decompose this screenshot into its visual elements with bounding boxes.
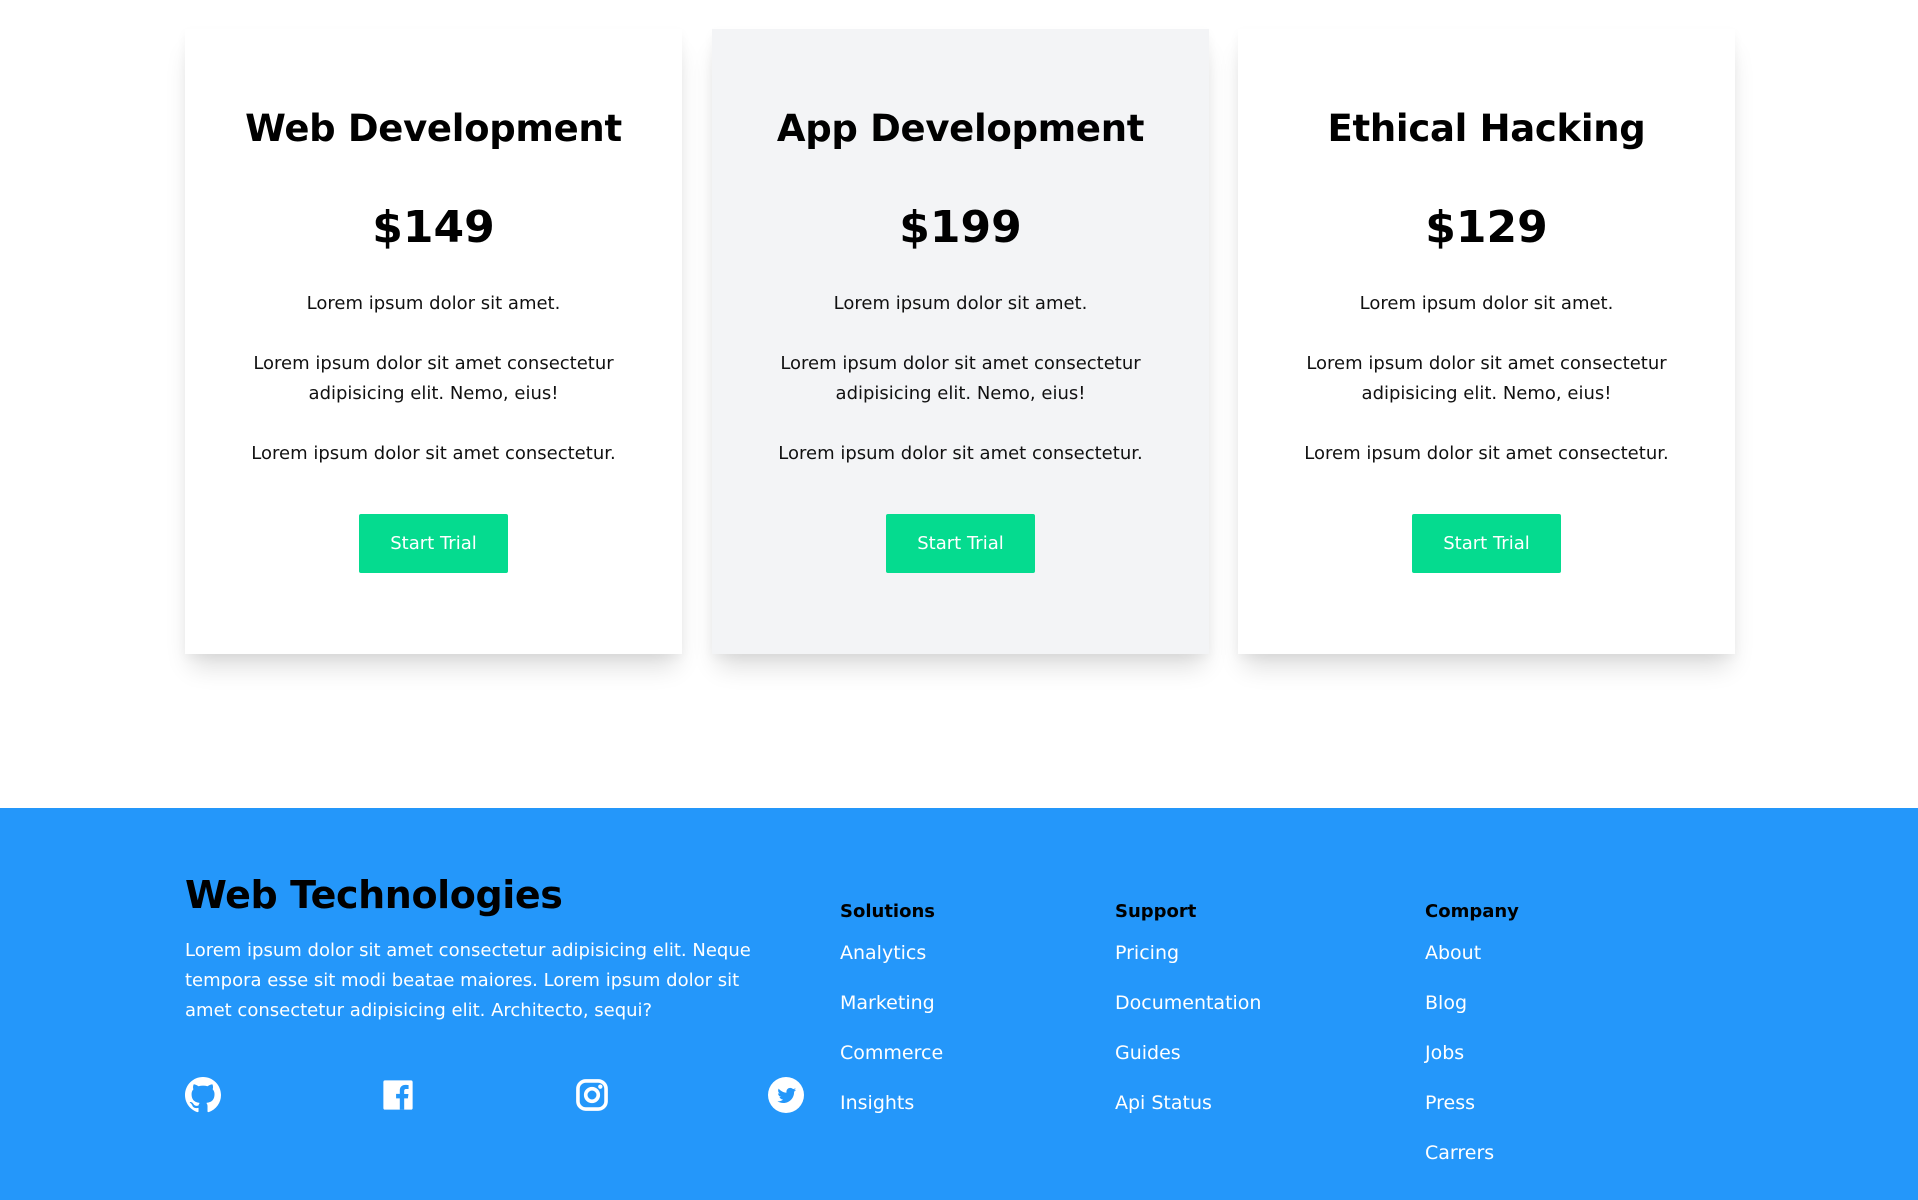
feature-item: Lorem ipsum dolor sit amet consectetur. (251, 443, 616, 464)
footer-link-press[interactable]: Press (1425, 1092, 1475, 1114)
footer-column-title: Solutions (840, 901, 935, 922)
pricing-card-web-development: Web Development $149 Lorem ipsum dolor s… (185, 29, 682, 654)
card-title: App Development (776, 107, 1145, 150)
footer-link-guides[interactable]: Guides (1115, 1042, 1181, 1064)
footer-column-company: Company About Blog Jobs Press Carrers (1425, 900, 1519, 1164)
start-trial-button[interactable]: Start Trial (1412, 514, 1561, 573)
feature-item: Lorem ipsum dolor sit amet consectetur a… (253, 353, 614, 404)
start-trial-button[interactable]: Start Trial (359, 514, 508, 573)
feature-item: Lorem ipsum dolor sit amet. (1359, 293, 1614, 314)
facebook-icon[interactable] (380, 1077, 416, 1113)
feature-item: Lorem ipsum dolor sit amet consectetur a… (1306, 353, 1667, 404)
pricing-section: Web Development $149 Lorem ipsum dolor s… (0, 0, 1918, 808)
footer-link-api-status[interactable]: Api Status (1115, 1092, 1212, 1114)
footer-link-about[interactable]: About (1425, 942, 1481, 964)
feature-item: Lorem ipsum dolor sit amet consectetur. (778, 443, 1143, 464)
footer-column-support: Support Pricing Documentation Guides Api… (1115, 900, 1261, 1114)
footer-link-pricing[interactable]: Pricing (1115, 942, 1179, 964)
card-price: $199 (899, 202, 1022, 253)
footer-description: Lorem ipsum dolor sit amet consectetur a… (185, 940, 751, 1021)
card-title: Ethical Hacking (1327, 107, 1646, 150)
card-price: $149 (372, 202, 495, 253)
footer-link-analytics[interactable]: Analytics (840, 942, 926, 964)
github-icon[interactable] (185, 1077, 221, 1113)
footer-link-marketing[interactable]: Marketing (840, 992, 935, 1014)
footer-column-title: Company (1425, 901, 1519, 922)
footer-link-insights[interactable]: Insights (840, 1092, 914, 1114)
pricing-card-app-development: App Development $199 Lorem ipsum dolor s… (712, 29, 1209, 654)
instagram-icon[interactable] (574, 1077, 610, 1113)
footer-link-documentation[interactable]: Documentation (1115, 992, 1261, 1014)
footer-column-title: Support (1115, 901, 1197, 922)
card-price: $129 (1425, 202, 1548, 253)
feature-item: Lorem ipsum dolor sit amet. (833, 293, 1088, 314)
pricing-card-ethical-hacking: Ethical Hacking $129 Lorem ipsum dolor s… (1238, 29, 1735, 654)
start-trial-button[interactable]: Start Trial (886, 514, 1035, 573)
twitter-icon[interactable] (768, 1077, 804, 1113)
footer-link-carrers[interactable]: Carrers (1425, 1142, 1494, 1164)
site-footer: Web Technologies Lorem ipsum dolor sit a… (0, 808, 1918, 1200)
footer-link-commerce[interactable]: Commerce (840, 1042, 943, 1064)
footer-link-jobs[interactable]: Jobs (1425, 1042, 1464, 1064)
card-title: Web Development (245, 107, 622, 150)
feature-item: Lorem ipsum dolor sit amet consectetur a… (780, 353, 1141, 404)
footer-column-solutions: Solutions Analytics Marketing Commerce I… (840, 900, 943, 1114)
footer-brand: Web Technologies (185, 873, 563, 917)
feature-item: Lorem ipsum dolor sit amet. (306, 293, 561, 314)
footer-link-blog[interactable]: Blog (1425, 992, 1467, 1014)
feature-item: Lorem ipsum dolor sit amet consectetur. (1304, 443, 1669, 464)
